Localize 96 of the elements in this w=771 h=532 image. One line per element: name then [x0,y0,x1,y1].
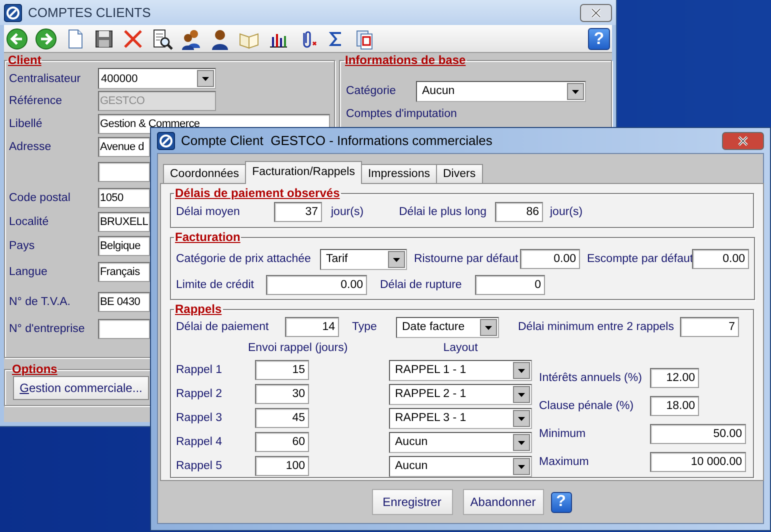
input-field[interactable] [98,162,150,182]
dropdown[interactable]: Tarif [320,248,407,270]
input-field[interactable]: 86 [495,202,543,222]
field-label: Code postal [9,192,72,204]
field-label: N° de T.V.A. [9,296,72,308]
dropdown[interactable]: Aucun [389,432,532,452]
delete-icon[interactable] [122,28,144,50]
tab[interactable]: Divers [436,164,483,183]
app-logo-icon [157,132,175,150]
group-title: Délais de paiement observés [174,186,341,200]
field-label: Délai le plus long [399,206,488,218]
field-label: Maximum [539,456,590,468]
field-label: jour(s) [550,206,584,218]
commercial-management-button[interactable]: Gestion commerciale... [13,376,149,400]
field-label: Centralisateur [9,72,82,84]
input-field[interactable]: BRUXELL [98,212,150,232]
field-label: Délai minimum entre 2 rappels [518,321,675,333]
input-field[interactable] [98,319,150,339]
input-field[interactable]: 30 [255,384,309,404]
field-label: Rappel 5 [176,460,224,472]
tab[interactable]: Coordonnées [163,164,246,183]
field-label: Adresse [9,141,52,153]
tab[interactable]: Impressions [360,164,437,183]
close-icon[interactable] [722,132,764,150]
field-label: Escompte par défaut [587,253,692,265]
dropdown[interactable]: Aucun [389,456,532,476]
dropdown[interactable]: RAPPEL 3 - 1 [389,408,532,428]
field-label: Rappel 4 [176,436,224,448]
input-field[interactable]: 0.00 [692,249,749,269]
field-label: Pays [9,240,36,252]
group-title: Client [7,53,42,67]
input-field[interactable]: Avenue d [98,137,150,157]
input-field[interactable]: 37 [274,202,322,222]
input-field[interactable]: Belgique [98,236,150,256]
save-icon[interactable] [93,28,115,50]
group-title: Rappels [174,302,223,316]
field-label: jour(s) [331,206,365,218]
field-label: Rappel 3 [176,412,224,424]
users-icon[interactable] [180,28,202,50]
field-label: Intérêts annuels (%) [539,372,643,384]
cancel-button[interactable]: Abandonner [462,489,544,515]
column-header: Layout [442,342,479,354]
back-icon[interactable] [6,28,28,50]
input-field[interactable]: 45 [255,408,309,428]
input-field[interactable]: 1050 [98,188,150,208]
input-field[interactable]: 100 [255,456,309,476]
input-field[interactable]: 14 [285,317,339,337]
input-field[interactable]: 0.00 [266,275,367,295]
field-label: Délai de paiement [176,321,270,333]
field-label: Catégorie [346,85,397,97]
input-field[interactable]: 50.00 [650,424,746,444]
dropdown[interactable]: RAPPEL 1 - 1 [389,360,532,380]
app-logo-icon [4,4,22,22]
close-icon[interactable] [580,4,612,22]
input-field[interactable]: Français [98,262,150,282]
input-field[interactable]: 10 000.00 [650,452,746,472]
input-field[interactable]: 18.00 [650,396,699,416]
field-label: Clause pénale (%) [539,400,635,412]
dialog-title: Compte Client GESTCO - Informations commerciales [181,133,494,148]
field-label: Ristourne par défaut [414,253,520,265]
field-label: Type [352,321,378,333]
dropdown[interactable]: 400000 [98,68,216,89]
input-field[interactable]: 15 [255,360,309,380]
field-label: N° d'entreprise [9,323,86,335]
field-label: Localité [9,216,50,228]
group-title: Options [11,362,58,376]
field-label: Délai de rupture [380,279,463,291]
field-label: Comptes d'imputation [346,108,458,120]
field-label: Minimum [539,428,587,440]
input-field[interactable]: BE 0430 [98,292,150,312]
input-field[interactable]: 0.00 [520,249,580,269]
forward-icon[interactable] [35,28,57,50]
tab[interactable]: Facturation/Rappels [245,161,362,184]
field-label: Rappel 1 [176,364,224,376]
group-title: Informations de base [344,53,467,67]
user-icon[interactable] [209,28,231,50]
input-field[interactable]: 12.00 [650,368,699,388]
field-label: Libellé [9,118,44,130]
save-button[interactable]: Enregistrer [372,489,452,515]
input-field[interactable]: 60 [255,432,309,452]
field-label: Rappel 2 [176,388,224,400]
field-label: Langue [9,266,48,278]
field-label: Référence [9,95,64,107]
dropdown[interactable]: Aucun [416,80,586,102]
field-label: Catégorie de prix attachée [176,253,312,265]
dropdown[interactable]: Date facture [396,316,499,338]
field-label: Délai moyen [176,206,241,218]
window-title: COMPTES CLIENTS [28,5,152,20]
dropdown[interactable]: RAPPEL 2 - 1 [389,384,532,404]
group-title: Facturation [174,230,242,244]
input-field[interactable]: 0 [475,275,545,295]
input-field[interactable]: 7 [680,317,739,337]
preview-icon[interactable] [151,28,173,50]
field-label: Limite de crédit [176,279,255,291]
help-button[interactable]: ? [588,28,610,50]
column-header: Envoi rappel (jours) [248,342,349,354]
